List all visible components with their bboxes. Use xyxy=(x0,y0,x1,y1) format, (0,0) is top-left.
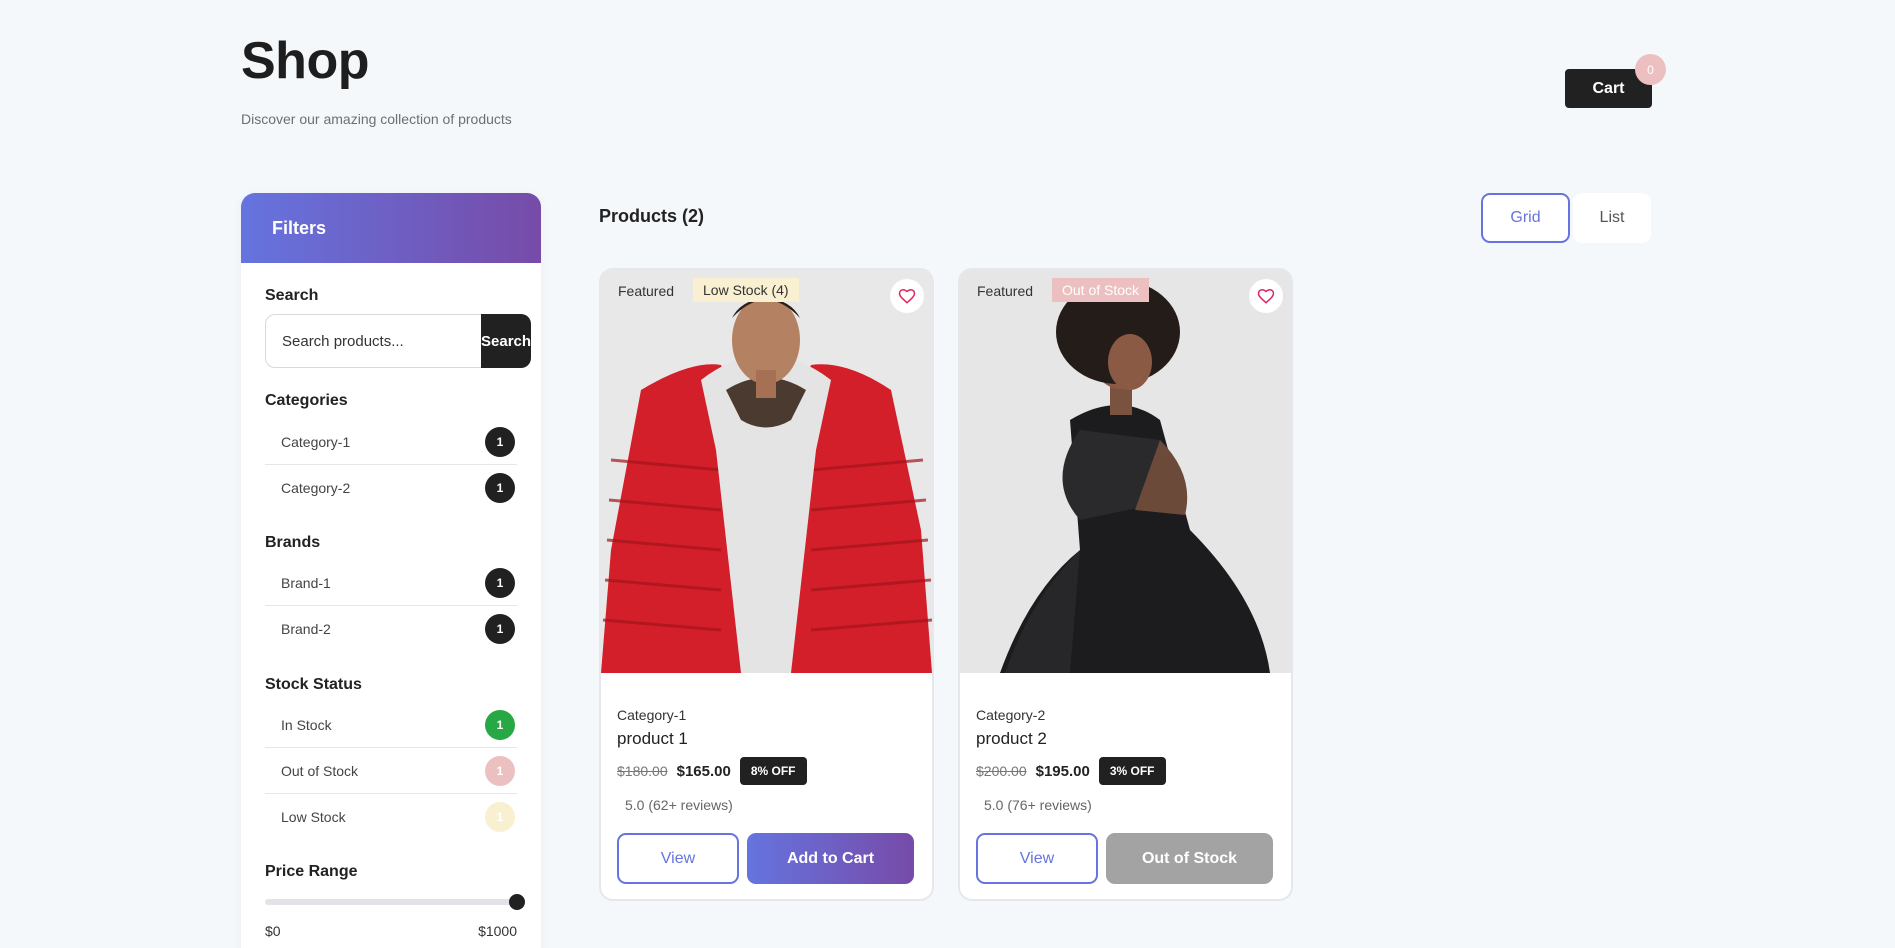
brand-item[interactable]: Brand-2 1 xyxy=(265,606,517,652)
red-jacket-photo xyxy=(601,270,932,673)
page-title: Shop xyxy=(241,32,369,90)
product-info: Category-2 product 2 $200.00 $195.00 3% … xyxy=(976,707,1276,813)
brands-section-title: Brands xyxy=(265,534,321,551)
category-item[interactable]: Category-1 1 xyxy=(265,419,517,465)
category-count-badge: 1 xyxy=(485,426,515,457)
price-min-label: $0 xyxy=(265,923,281,939)
list-view-button[interactable]: List xyxy=(1573,193,1651,243)
product-name[interactable]: product 2 xyxy=(976,729,1276,749)
wishlist-button[interactable] xyxy=(1249,279,1283,313)
stock-label: Low Stock xyxy=(281,809,346,825)
out-of-stock-button[interactable]: Out of Stock xyxy=(1106,833,1273,884)
stock-label: Out of Stock xyxy=(281,762,359,779)
featured-badge: Featured xyxy=(977,283,1034,299)
view-toggle: Grid List xyxy=(1481,193,1651,243)
original-price: $200.00 xyxy=(976,763,1027,779)
price-max-label: $1000 xyxy=(478,923,517,939)
heart-icon xyxy=(1257,288,1275,304)
price-range-labels: $0 $1000 xyxy=(265,923,517,939)
view-button[interactable]: View xyxy=(976,833,1098,884)
product-actions: View Add to Cart xyxy=(617,833,914,884)
grid-view-button[interactable]: Grid xyxy=(1481,193,1570,243)
brand-count-badge: 1 xyxy=(485,614,515,644)
product-category: Category-2 xyxy=(976,707,1046,723)
stock-badge: Low Stock (4) xyxy=(693,278,799,302)
product-info: Category-1 product 1 $180.00 $165.00 8% … xyxy=(617,707,917,813)
product-actions: View Out of Stock xyxy=(976,833,1273,884)
page-header: Shop Discover our amazing collection of … xyxy=(241,30,512,127)
sale-price: $195.00 xyxy=(1035,762,1090,780)
brand-count-badge: 1 xyxy=(485,567,515,598)
product-image[interactable]: Featured Out of Stock xyxy=(960,270,1291,673)
categories-list: Category-1 1 Category-2 1 xyxy=(265,419,517,511)
stock-badge: Out of Stock xyxy=(1052,278,1150,302)
stock-item[interactable]: Out of Stock 1 xyxy=(265,748,517,794)
original-price: $180.00 xyxy=(617,763,668,779)
brand-label: Brand-1 xyxy=(281,574,331,591)
heart-icon xyxy=(898,288,916,304)
category-count-badge: 1 xyxy=(485,473,515,503)
brand-item[interactable]: Brand-1 1 xyxy=(265,560,517,606)
discount-badge: 3% OFF xyxy=(1098,757,1166,785)
stock-count-badge: 1 xyxy=(485,709,515,740)
product-name[interactable]: product 1 xyxy=(617,729,917,749)
wishlist-button[interactable] xyxy=(890,279,924,313)
category-label: Category-2 xyxy=(281,480,351,496)
filters-header: Filters xyxy=(241,193,541,263)
product-rating: 5.0 (62+ reviews) xyxy=(625,797,733,813)
stock-count-badge: 1 xyxy=(485,755,515,786)
price-row: $180.00 $165.00 8% OFF xyxy=(617,757,917,785)
product-image[interactable]: Featured Low Stock (4) xyxy=(601,270,932,673)
category-item[interactable]: Category-2 1 xyxy=(265,465,517,511)
categories-section-title: Categories xyxy=(265,392,348,409)
price-range-slider[interactable] xyxy=(265,894,525,910)
cart-count-badge: 0 xyxy=(1635,54,1666,85)
search-section-title: Search xyxy=(265,287,319,304)
stock-item[interactable]: Low Stock 1 xyxy=(265,794,517,840)
price-range-handle[interactable] xyxy=(509,894,525,910)
stock-section-title: Stock Status xyxy=(265,676,362,693)
stock-item[interactable]: In Stock 1 xyxy=(265,702,517,748)
page-subtitle: Discover our amazing collection of produ… xyxy=(241,111,512,127)
brand-label: Brand-2 xyxy=(281,621,331,637)
brands-list: Brand-1 1 Brand-2 1 xyxy=(265,560,517,652)
products-count-title: Products (2) xyxy=(599,206,705,226)
search-input[interactable] xyxy=(265,314,481,368)
view-button[interactable]: View xyxy=(617,833,739,884)
stock-count-badge: 1 xyxy=(485,802,515,832)
black-dress-photo xyxy=(960,270,1291,673)
stock-status-list: In Stock 1 Out of Stock 1 Low Stock 1 xyxy=(265,702,517,840)
stock-label: In Stock xyxy=(281,716,332,733)
price-section-title: Price Range xyxy=(265,863,358,880)
featured-badge: Featured xyxy=(618,283,675,299)
price-row: $200.00 $195.00 3% OFF xyxy=(976,757,1276,785)
sale-price: $165.00 xyxy=(676,762,731,780)
search-button[interactable]: Search xyxy=(481,314,532,368)
product-card[interactable]: Featured Out of Stock Category-2 product… xyxy=(958,268,1293,901)
discount-badge: 8% OFF xyxy=(739,757,807,785)
search-box: Search xyxy=(265,314,532,368)
product-card[interactable]: Featured Low Stock (4) Category-1 produc… xyxy=(599,268,934,901)
category-label: Category-1 xyxy=(281,433,351,450)
add-to-cart-button[interactable]: Add to Cart xyxy=(747,833,914,884)
filters-sidebar: Filters Search Search Categories Categor… xyxy=(241,193,541,948)
product-category: Category-1 xyxy=(617,707,687,723)
product-rating: 5.0 (76+ reviews) xyxy=(984,797,1092,813)
